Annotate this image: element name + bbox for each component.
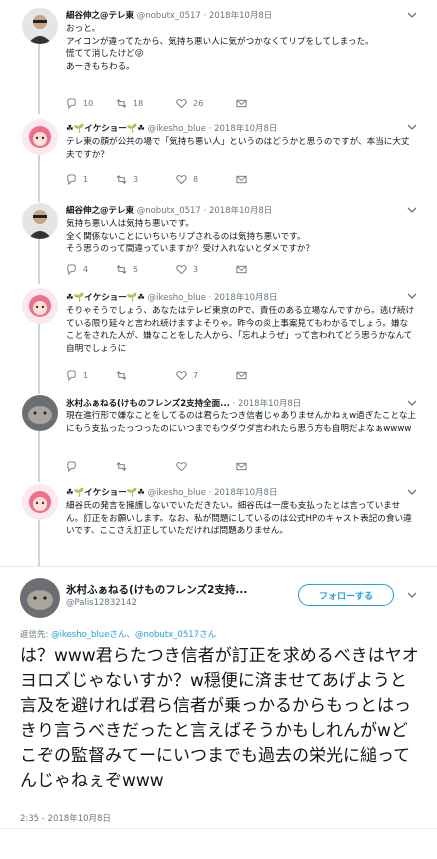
- heart-icon: [176, 99, 187, 109]
- reply-icon: [67, 174, 76, 185]
- follow-button[interactable]: フォローする: [298, 584, 394, 606]
- chevron-down-icon[interactable]: [407, 398, 417, 408]
- envelope-icon: [236, 462, 247, 471]
- message-button[interactable]: [236, 174, 247, 185]
- avatar[interactable]: [22, 8, 58, 44]
- author-name[interactable]: 氷村ふぁねる(けものフレンズ2支持全面...: [66, 399, 230, 409]
- tweet-text: テレ東の顔が公共の場で「気持ち悪い人」というのはどうかと思うのですが、本当に大丈…: [66, 137, 410, 160]
- heart-icon: [176, 371, 187, 381]
- envelope-icon: [236, 371, 247, 380]
- main-tweet-text: は？www君らたつき信者が訂正を求めるべきはヤオヨロズじゃないすか？w穏便に済ま…: [20, 646, 419, 791]
- heart-icon: [176, 175, 187, 185]
- retweet-icon: [116, 99, 127, 108]
- envelope-icon: [236, 99, 247, 108]
- author-name[interactable]: ☘🌱イケショー🌱☘: [66, 488, 145, 498]
- mention-link[interactable]: @ikesho_blueさん: [51, 630, 126, 640]
- tweet-text: おっと。 アイコンが違ってたから、気持ち悪い人に気がつかなくてリプをしてしまった…: [66, 24, 374, 72]
- reply-button[interactable]: [66, 461, 77, 472]
- author-name[interactable]: 細谷伸之@テレ東: [66, 11, 134, 21]
- chevron-down-icon[interactable]: [407, 205, 417, 215]
- author-handle[interactable]: @ikesho_blue: [148, 488, 206, 498]
- chevron-down-icon[interactable]: [407, 291, 417, 301]
- avatar[interactable]: [22, 203, 58, 239]
- avatar[interactable]: [22, 119, 58, 155]
- envelope-icon: [236, 175, 247, 184]
- timestamp[interactable]: 2:35 - 2018年10月8日: [20, 812, 111, 824]
- reply-icon: [67, 98, 76, 109]
- author-name[interactable]: 氷村ふぁねる(けものフレンズ2支持...: [66, 582, 247, 597]
- reply-button[interactable]: 1: [66, 370, 88, 381]
- author-handle[interactable]: @nobutx_0517: [137, 206, 201, 216]
- author-name[interactable]: ☘🌱イケショー🌱☘: [66, 293, 145, 303]
- tweet-text: 細谷氏の発言を擁護しないでいただきたい。細谷氏は一度も支払ったとは言っていません…: [66, 501, 412, 537]
- retweet-button[interactable]: [116, 370, 133, 381]
- heart-icon: [176, 462, 187, 472]
- reply-button[interactable]: 10: [66, 98, 93, 109]
- message-button[interactable]: [236, 264, 247, 275]
- author-handle[interactable]: @ikesho_blue: [148, 124, 206, 134]
- tweet-date[interactable]: 2018年10月8日: [214, 124, 277, 134]
- tweet-text: 気持ち悪い人は気持ち悪いです。 全く関係ないことにいちいちリプされるのは気持ち悪…: [66, 219, 315, 255]
- retweet-icon: [116, 462, 127, 471]
- chevron-down-icon[interactable]: [407, 122, 417, 132]
- message-button[interactable]: [236, 461, 247, 472]
- tweet-text: そりゃそうでしょう、あなたはテレビ東京のPで、責任のある立場なんですから。逃げ続…: [66, 306, 415, 354]
- retweet-button[interactable]: 3: [116, 174, 138, 185]
- retweet-button[interactable]: 5: [116, 264, 138, 275]
- message-button[interactable]: [236, 370, 247, 381]
- like-button[interactable]: [176, 461, 187, 472]
- message-button[interactable]: [236, 98, 247, 109]
- mention-link[interactable]: @nobutx_0517さん: [135, 630, 216, 640]
- tweet-date[interactable]: 2018年10月8日: [214, 488, 277, 498]
- author-name[interactable]: ☘🌱イケショー🌱☘: [66, 124, 145, 134]
- tweet-date[interactable]: 2018年10月8日: [238, 399, 301, 409]
- like-button[interactable]: 26: [176, 98, 203, 109]
- like-button[interactable]: 8: [176, 174, 198, 185]
- avatar[interactable]: [20, 578, 60, 618]
- avatar[interactable]: [22, 288, 58, 324]
- tweet-date[interactable]: 2018年10月8日: [214, 293, 277, 303]
- tweet-date[interactable]: 2018年10月8日: [209, 206, 272, 216]
- like-button[interactable]: 7: [176, 370, 198, 381]
- reply-button[interactable]: 1: [66, 174, 88, 185]
- retweet-button[interactable]: [116, 461, 127, 472]
- chevron-down-icon[interactable]: [407, 590, 417, 600]
- retweet-icon: [116, 371, 127, 380]
- author-handle[interactable]: @nobutx_0517: [137, 11, 201, 21]
- like-button[interactable]: 3: [176, 264, 198, 275]
- chevron-down-icon[interactable]: [407, 487, 417, 497]
- reply-button[interactable]: 4: [66, 264, 88, 275]
- tweet-date[interactable]: 2018年10月8日: [209, 11, 272, 21]
- reply-icon: [67, 370, 76, 381]
- tweet-text: 現在進行形で嫌なことをしてるのは君らたつき信者じゃありませんかねぇw過ぎたことな…: [66, 411, 417, 434]
- envelope-icon: [236, 265, 247, 274]
- avatar[interactable]: [22, 395, 58, 431]
- avatar[interactable]: [22, 484, 58, 520]
- chevron-down-icon[interactable]: [407, 10, 417, 20]
- author-handle[interactable]: @ikesho_blue: [148, 293, 206, 303]
- reply-icon: [67, 461, 76, 472]
- retweet-icon: [116, 175, 127, 184]
- reply-to-line: 返信先: @ikesho_blueさん、@nobutx_0517さん: [20, 630, 217, 640]
- retweet-icon: [116, 265, 127, 274]
- heart-icon: [176, 265, 187, 275]
- author-name[interactable]: 細谷伸之@テレ東: [66, 206, 134, 216]
- retweet-button[interactable]: 18: [116, 98, 143, 109]
- reply-icon: [67, 264, 76, 275]
- author-handle[interactable]: @Palis12832142: [66, 598, 137, 608]
